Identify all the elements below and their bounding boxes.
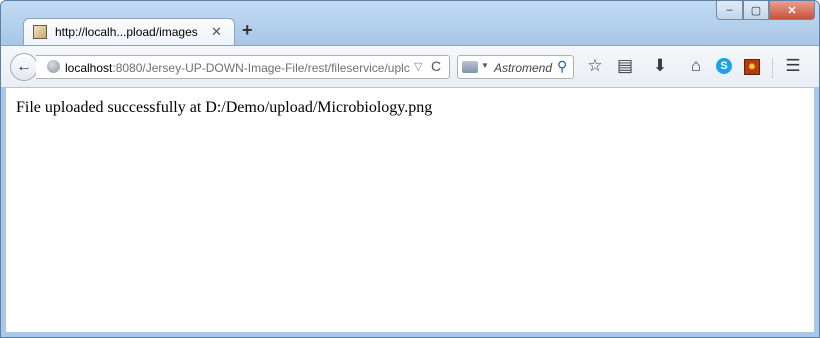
search-engine-icon[interactable] <box>462 61 478 73</box>
back-button[interactable]: ← <box>10 53 38 81</box>
download-icon[interactable]: ⬇ <box>650 56 670 76</box>
star-icon[interactable]: ☆ <box>585 56 605 76</box>
browser-window: http://localh...pload/images ✕ + ‒ ▢ ✕ ←… <box>0 0 820 338</box>
close-window-button[interactable]: ✕ <box>769 1 815 20</box>
page-favicon-icon <box>33 25 47 39</box>
minimize-button[interactable]: ‒ <box>716 1 743 20</box>
url-path: :8080/Jersey-UP-DOWN-Image-File/rest/fil… <box>112 61 410 75</box>
search-icon[interactable]: ⚲ <box>557 58 567 75</box>
navigation-toolbar: ← localhost:8080/Jersey-UP-DOWN-Image-Fi… <box>1 45 819 88</box>
menu-icon[interactable]: ☰ <box>783 56 803 76</box>
page-content: File uploaded successfully at D:/Demo/up… <box>1 88 819 337</box>
skype-icon[interactable]: S <box>716 58 732 74</box>
reading-list-icon[interactable]: ▤ <box>615 56 635 76</box>
reload-icon[interactable]: C <box>431 58 441 74</box>
browser-tab[interactable]: http://localh...pload/images ✕ <box>23 18 235 46</box>
search-placeholder: Astromend <box>494 61 553 75</box>
maximize-button[interactable]: ▢ <box>743 1 769 20</box>
title-bar: http://localh...pload/images ✕ + ‒ ▢ ✕ <box>1 1 819 46</box>
addon-icon[interactable]: ✹ <box>744 59 760 75</box>
tab-close-icon[interactable]: ✕ <box>211 24 222 40</box>
home-icon[interactable]: ⌂ <box>686 56 706 76</box>
new-tab-button[interactable]: + <box>242 20 253 41</box>
globe-icon <box>47 60 60 73</box>
upload-success-message: File uploaded successfully at D:/Demo/up… <box>16 99 433 116</box>
search-engine-dropdown-icon[interactable]: ▼ <box>481 61 489 70</box>
url-history-dropdown-icon[interactable]: ▽ <box>414 60 422 73</box>
window-bottom-border <box>1 332 819 337</box>
tab-title: http://localh...pload/images <box>55 25 198 39</box>
url-text[interactable]: localhost:8080/Jersey-UP-DOWN-Image-File… <box>65 61 410 75</box>
search-box[interactable]: ▼ Astromend ⚲ <box>457 55 574 79</box>
window-controls: ‒ ▢ ✕ <box>716 1 815 21</box>
url-bar[interactable]: localhost:8080/Jersey-UP-DOWN-Image-File… <box>36 55 450 79</box>
toolbar-separator <box>772 58 773 78</box>
url-host: localhost <box>65 61 113 75</box>
